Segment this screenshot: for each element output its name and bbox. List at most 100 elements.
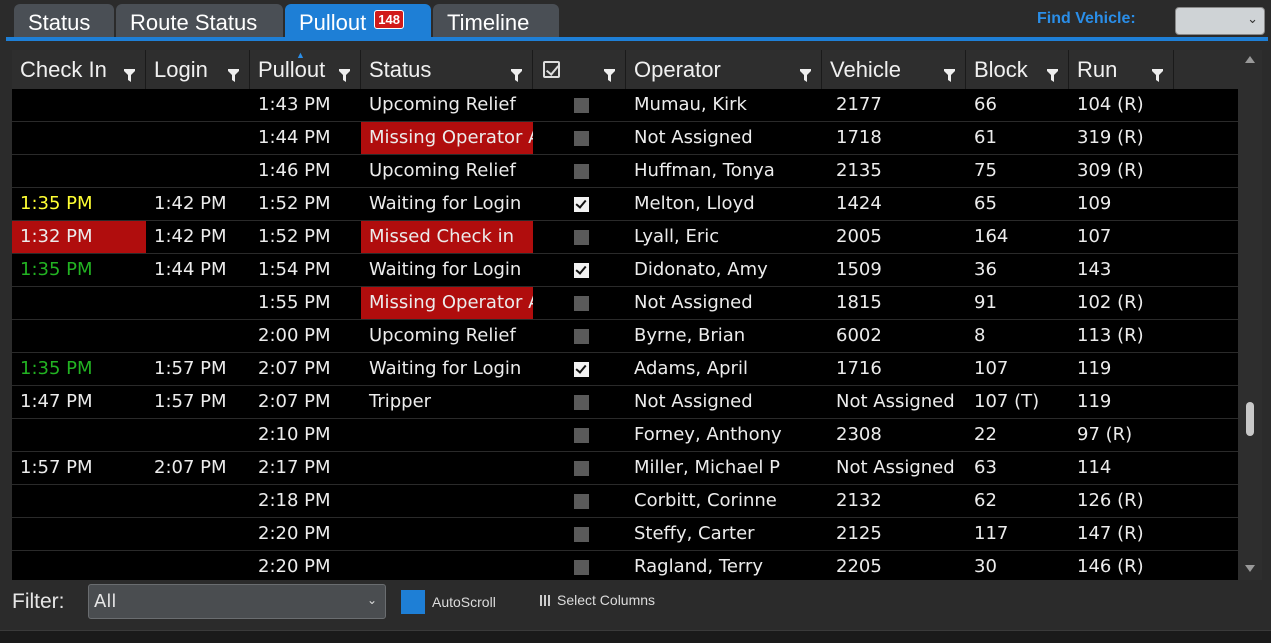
- operator-cell: Mumau, Kirk: [634, 94, 747, 115]
- row-checkbox[interactable]: [574, 164, 589, 179]
- column-header-status[interactable]: Status: [361, 50, 533, 89]
- row-checkbox[interactable]: [574, 560, 589, 575]
- filter-funnel-icon[interactable]: [228, 62, 239, 82]
- vehicle-cell: 1718: [836, 127, 882, 148]
- operator-cell: Byrne, Brian: [634, 325, 746, 346]
- tab-pullout[interactable]: Pullout 148: [285, 4, 431, 38]
- row-checkbox[interactable]: [574, 263, 589, 278]
- tab-underline: [6, 37, 1268, 41]
- table-row[interactable]: 1:57 PM 2:07 PM 2:17 PM Miller, Michael P No…: [12, 452, 1238, 485]
- column-header-vehicle[interactable]: Vehicle: [822, 50, 966, 89]
- column-header-check[interactable]: [533, 50, 626, 89]
- column-header-pullout[interactable]: Pullout ▲: [250, 50, 361, 89]
- row-checkbox[interactable]: [574, 197, 589, 212]
- pullout-cell: 2:17 PM: [258, 457, 331, 478]
- scroll-thumb[interactable]: [1246, 402, 1254, 436]
- block-cell: 75: [974, 160, 997, 181]
- columns-icon: [540, 595, 551, 606]
- column-header-operator[interactable]: Operator: [626, 50, 822, 89]
- block-cell: 61: [974, 127, 997, 148]
- login-cell: [146, 287, 250, 319]
- run-cell: 97 (R): [1077, 424, 1133, 445]
- autoscroll-toggle[interactable]: [401, 590, 425, 614]
- operator-cell: Ragland, Terry: [634, 556, 764, 577]
- table-row[interactable]: 1:46 PM Upcoming Relief Huffman, Tonya 2135…: [12, 155, 1238, 188]
- filter-funnel-icon[interactable]: [124, 62, 135, 82]
- row-checkbox[interactable]: [574, 494, 589, 509]
- column-header-checkin[interactable]: Check In: [12, 50, 146, 89]
- operator-cell: Lyall, Eric: [634, 226, 720, 247]
- vehicle-cell: 1509: [836, 259, 882, 280]
- select-all-checkbox[interactable]: [543, 61, 560, 78]
- block-cell: 36: [974, 259, 997, 280]
- row-checkbox[interactable]: [574, 131, 589, 146]
- tab-timeline[interactable]: Timeline: [433, 4, 559, 38]
- row-checkbox[interactable]: [574, 362, 589, 377]
- tab-route-status[interactable]: Route Status: [116, 4, 283, 38]
- filter-funnel-icon[interactable]: [1047, 62, 1058, 82]
- table-row[interactable]: 1:32 PM 1:42 PM 1:52 PM Missed Check in Lyal…: [12, 221, 1238, 254]
- row-checkbox[interactable]: [574, 395, 589, 410]
- row-checkbox[interactable]: [574, 230, 589, 245]
- column-header-block[interactable]: Block: [966, 50, 1069, 89]
- table-row[interactable]: 1:55 PM Missing Operator Assignment Not As…: [12, 287, 1238, 320]
- pullout-cell: 1:55 PM: [258, 292, 331, 313]
- row-checkbox[interactable]: [574, 296, 589, 311]
- scroll-up-icon[interactable]: [1245, 56, 1255, 63]
- table-row[interactable]: 1:35 PM 1:42 PM 1:52 PM Waiting for Login Me…: [12, 188, 1238, 221]
- find-vehicle-select[interactable]: ⌄: [1175, 7, 1265, 35]
- table-row[interactable]: 2:20 PM Ragland, Terry 2205 30 146 (R): [12, 551, 1238, 580]
- operator-cell: Huffman, Tonya: [634, 160, 775, 181]
- column-header-label: Check In: [20, 57, 107, 82]
- status-cell: Upcoming Relief: [369, 160, 516, 181]
- filter-funnel-icon[interactable]: [604, 62, 615, 82]
- row-checkbox[interactable]: [574, 98, 589, 113]
- filter-funnel-icon[interactable]: [511, 62, 522, 82]
- checkin-cell: 1:35 PM: [20, 358, 93, 379]
- column-header-label: Operator: [634, 57, 721, 82]
- tab-label: Route Status: [130, 10, 258, 35]
- filter-funnel-icon[interactable]: [1152, 62, 1163, 82]
- filter-funnel-icon[interactable]: [339, 62, 350, 82]
- run-cell: 104 (R): [1077, 94, 1144, 115]
- run-cell: 143: [1077, 259, 1112, 280]
- scroll-down-icon[interactable]: [1245, 565, 1255, 572]
- row-checkbox[interactable]: [574, 527, 589, 542]
- filter-funnel-icon[interactable]: [944, 62, 955, 82]
- filter-funnel-icon[interactable]: [800, 62, 811, 82]
- pullout-cell: 1:52 PM: [258, 226, 331, 247]
- tab-label: Pullout: [299, 10, 367, 35]
- table-row[interactable]: 1:44 PM Missing Operator Assignment Not As…: [12, 122, 1238, 155]
- table-row[interactable]: 2:18 PM Corbitt, Corinne 2132 62 126 (R): [12, 485, 1238, 518]
- status-cell: [361, 419, 533, 451]
- table-row[interactable]: 2:20 PM Steffy, Carter 2125 117 147 (R): [12, 518, 1238, 551]
- vehicle-cell: Not Assigned: [836, 391, 955, 412]
- table-row[interactable]: 2:00 PM Upcoming Relief Byrne, Brian 6002 8 1…: [12, 320, 1238, 353]
- row-checkbox[interactable]: [574, 461, 589, 476]
- block-cell: 66: [974, 94, 997, 115]
- filter-select[interactable]: All ⌄: [88, 584, 386, 619]
- column-header-label: Run: [1077, 57, 1118, 82]
- checkin-cell: [12, 551, 146, 580]
- table-row[interactable]: 1:47 PM 1:57 PM 2:07 PM Tripper Not Assigned…: [12, 386, 1238, 419]
- table-row[interactable]: 1:35 PM 1:57 PM 2:07 PM Waiting for Login Ad…: [12, 353, 1238, 386]
- row-checkbox[interactable]: [574, 329, 589, 344]
- status-cell: Missing Operator Assignment: [361, 287, 533, 319]
- login-cell: [146, 89, 250, 121]
- column-header-run[interactable]: Run: [1069, 50, 1174, 89]
- table-row[interactable]: 1:35 PM 1:44 PM 1:54 PM Waiting for Login Di…: [12, 254, 1238, 287]
- chevron-down-icon: ⌄: [366, 593, 377, 607]
- tab-status[interactable]: Status: [14, 4, 114, 38]
- table-row[interactable]: 1:43 PM Upcoming Relief Mumau, Kirk 2177 66 1…: [12, 89, 1238, 122]
- pullout-cell: 1:52 PM: [258, 193, 331, 214]
- table-row[interactable]: 2:10 PM Forney, Anthony 2308 22 97 (R): [12, 419, 1238, 452]
- vehicle-cell: 2005: [836, 226, 882, 247]
- operator-cell: Not Assigned: [634, 127, 753, 148]
- column-header-login[interactable]: Login: [146, 50, 250, 89]
- vehicle-cell: Not Assigned: [836, 457, 955, 478]
- row-checkbox[interactable]: [574, 428, 589, 443]
- login-cell: [146, 551, 250, 580]
- select-columns-button[interactable]: Select Columns: [540, 592, 655, 608]
- vertical-scrollbar[interactable]: [1238, 50, 1262, 580]
- login-cell: [146, 419, 250, 451]
